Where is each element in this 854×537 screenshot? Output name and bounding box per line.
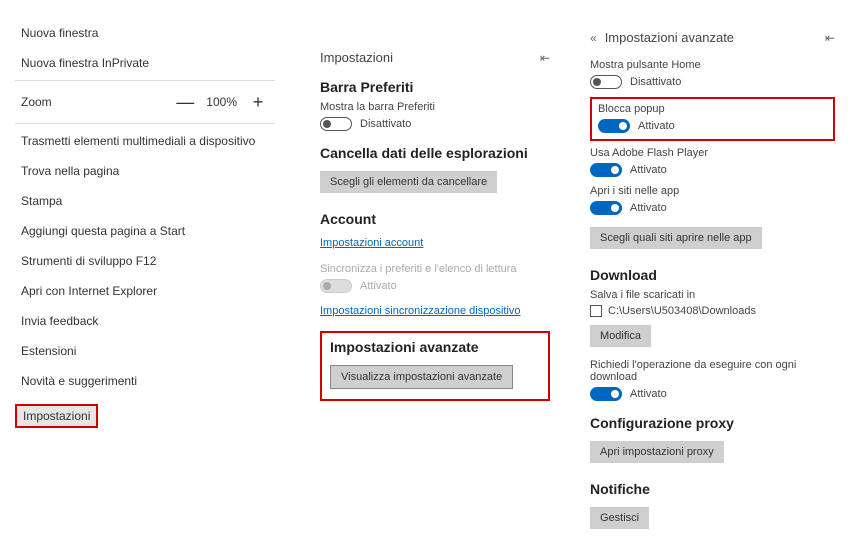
menu-open-with-ie[interactable]: Apri con Internet Explorer [15,276,275,306]
section-notifications: Notifiche [590,481,835,497]
toggle-show-home[interactable] [590,75,622,89]
toggle-ask-download-state: Attivato [630,388,667,400]
sync-settings-link[interactable]: Impostazioni sincronizzazione dispositiv… [320,305,521,317]
toggle-sync [320,279,352,293]
back-icon[interactable]: « [590,31,597,45]
settings-panel: Impostazioni ⇤ Barra Preferiti Mostra la… [320,10,550,401]
toggle-block-popup[interactable] [598,119,630,133]
label-open-in-apps: Apri i siti nelle app [590,185,835,197]
toggle-block-popup-state: Attivato [638,120,675,132]
toggle-show-fav-bar-state: Disattivato [360,118,411,130]
toggle-show-fav-bar[interactable] [320,117,352,131]
label-show-fav-bar: Mostra la barra Preferiti [320,101,550,113]
separator [15,123,275,124]
download-path-checkbox[interactable] [590,305,602,317]
edge-context-menu: Nuova finestra Nuova finestra InPrivate … [15,10,275,426]
choose-sites-button[interactable]: Scegli quali siti aprire nelle app [590,227,762,249]
section-download: Download [590,267,835,283]
clear-data-button[interactable]: Scegli gli elementi da cancellare [320,171,497,193]
menu-whats-new[interactable]: Novità e suggerimenti [15,366,275,396]
menu-cast-media[interactable]: Trasmetti elementi multimediali a dispos… [15,126,275,156]
label-show-home: Mostra pulsante Home [590,59,835,71]
pin-icon[interactable]: ⇤ [540,51,550,65]
view-advanced-button[interactable]: Visualizza impostazioni avanzate [330,365,513,389]
toggle-sync-state: Attivato [360,280,397,292]
toggle-flash-state: Attivato [630,164,667,176]
label-sync: Sincronizza i preferiti e l'elenco di le… [320,263,550,275]
menu-settings[interactable]: Impostazioni [15,404,98,428]
toggle-ask-download[interactable] [590,387,622,401]
manage-notifications-button[interactable]: Gestisci [590,507,649,529]
section-account: Account [320,211,550,227]
label-save-files-in: Salva i file scaricati in [590,289,835,301]
download-path-value: C:\Users\U503408\Downloads [608,305,756,317]
toggle-open-in-apps-state: Attivato [630,202,667,214]
label-block-popup: Blocca popup [598,103,827,115]
advanced-header: « Impostazioni avanzate ⇤ [590,30,835,45]
open-proxy-button[interactable]: Apri impostazioni proxy [590,441,724,463]
download-path-row: C:\Users\U503408\Downloads [590,305,835,317]
block-popup-box: Blocca popup Attivato [590,97,835,141]
section-advanced: Impostazioni avanzate [330,339,540,355]
separator [15,80,275,81]
menu-zoom-row: Zoom — 100% + [15,83,275,121]
menu-new-inprivate[interactable]: Nuova finestra InPrivate [15,48,275,78]
menu-find-on-page[interactable]: Trova nella pagina [15,156,275,186]
zoom-in-button[interactable]: + [247,91,269,113]
zoom-value: 100% [204,95,239,109]
advanced-settings-panel: « Impostazioni avanzate ⇤ Mostra pulsant… [590,10,835,533]
toggle-flash[interactable] [590,163,622,177]
advanced-settings-box: Impostazioni avanzate Visualizza imposta… [320,331,550,401]
zoom-label: Zoom [21,95,166,109]
modify-path-button[interactable]: Modifica [590,325,651,347]
pin-icon[interactable]: ⇤ [825,31,835,45]
menu-pin-to-start[interactable]: Aggiungi questa pagina a Start [15,216,275,246]
account-settings-link[interactable]: Impostazioni account [320,237,423,249]
menu-dev-tools[interactable]: Strumenti di sviluppo F12 [15,246,275,276]
section-favorites-bar: Barra Preferiti [320,79,550,95]
settings-title: Impostazioni [320,50,393,65]
advanced-title: Impostazioni avanzate [605,30,734,45]
menu-print[interactable]: Stampa [15,186,275,216]
menu-extensions[interactable]: Estensioni [15,336,275,366]
section-clear-data: Cancella dati delle esplorazioni [320,145,550,161]
settings-header: Impostazioni ⇤ [320,50,550,65]
section-proxy: Configurazione proxy [590,415,835,431]
toggle-open-in-apps[interactable] [590,201,622,215]
menu-new-window[interactable]: Nuova finestra [15,18,275,48]
zoom-out-button[interactable]: — [174,91,196,113]
label-flash: Usa Adobe Flash Player [590,147,835,159]
menu-feedback[interactable]: Invia feedback [15,306,275,336]
toggle-show-home-state: Disattivato [630,76,681,88]
label-ask-each-download: Richiedi l'operazione da eseguire con og… [590,359,835,383]
